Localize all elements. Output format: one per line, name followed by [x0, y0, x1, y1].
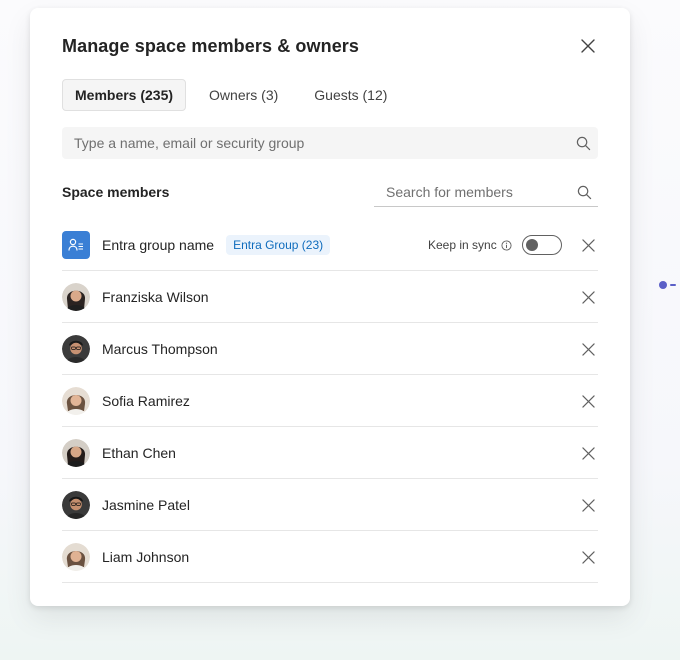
keep-in-sync-label: Keep in sync	[428, 219, 512, 271]
group-row: Entra group name Entra Group (23) Keep i…	[62, 219, 598, 271]
member-name: Sofia Ramirez	[102, 392, 190, 409]
background-decoration-dot	[659, 281, 667, 289]
close-icon	[581, 550, 595, 564]
member-name: Franziska Wilson	[102, 288, 209, 305]
member-row: Marcus Thompson	[62, 323, 598, 375]
close-icon	[581, 342, 595, 356]
remove-group-button[interactable]	[578, 235, 598, 255]
member-name: Ethan Chen	[102, 444, 176, 461]
tab-guests[interactable]: Guests (12)	[301, 79, 400, 111]
background-decoration-dash	[670, 284, 676, 286]
member-name: Jasmine Patel	[102, 496, 190, 513]
member-tabs: Members (235) Owners (3) Guests (12)	[62, 79, 410, 111]
member-row: Ethan Chen	[62, 427, 598, 479]
close-icon	[581, 446, 595, 460]
keep-in-sync-text: Keep in sync	[428, 238, 497, 252]
group-name: Entra group name	[102, 236, 215, 253]
dialog-title: Manage space members & owners	[62, 36, 360, 56]
add-member-search-input[interactable]	[62, 135, 568, 151]
avatar	[62, 438, 90, 467]
close-icon	[581, 39, 595, 53]
member-search-input[interactable]	[374, 184, 570, 200]
close-icon	[581, 498, 595, 512]
close-icon	[581, 290, 595, 304]
member-search-box	[374, 178, 598, 207]
member-name: Marcus Thompson	[102, 340, 218, 357]
add-member-search-box	[62, 127, 598, 159]
avatar	[62, 490, 90, 519]
info-icon[interactable]	[501, 239, 512, 251]
remove-member-button[interactable]	[578, 547, 598, 567]
member-name: Liam Johnson	[102, 548, 190, 565]
close-dialog-button[interactable]	[578, 36, 598, 56]
member-row: Liam Johnson	[62, 531, 598, 583]
remove-member-button[interactable]	[578, 443, 598, 463]
close-icon	[581, 238, 595, 252]
member-row: Sofia Ramirez	[62, 375, 598, 427]
space-members-heading: Space members	[62, 184, 170, 200]
remove-member-button[interactable]	[578, 391, 598, 411]
keep-in-sync-toggle[interactable]	[522, 235, 562, 255]
tab-owners[interactable]: Owners (3)	[196, 79, 291, 111]
toggle-knob	[526, 239, 538, 251]
avatar	[62, 542, 90, 571]
search-icon[interactable]	[568, 136, 598, 151]
member-row: Franziska Wilson	[62, 271, 598, 323]
search-icon[interactable]	[570, 185, 598, 200]
remove-member-button[interactable]	[578, 287, 598, 307]
avatar	[62, 282, 90, 311]
avatar	[62, 386, 90, 415]
remove-member-button[interactable]	[578, 339, 598, 359]
tab-members[interactable]: Members (235)	[62, 79, 187, 111]
avatar	[62, 334, 90, 363]
remove-member-button[interactable]	[578, 495, 598, 515]
member-row: Jasmine Patel	[62, 479, 598, 531]
group-icon	[62, 230, 90, 259]
close-icon	[581, 394, 595, 408]
entra-group-badge: Entra Group (23)	[226, 234, 331, 255]
members-list: Entra group name Entra Group (23) Keep i…	[62, 219, 598, 583]
manage-members-dialog: Manage space members & owners Members (2…	[30, 8, 630, 606]
